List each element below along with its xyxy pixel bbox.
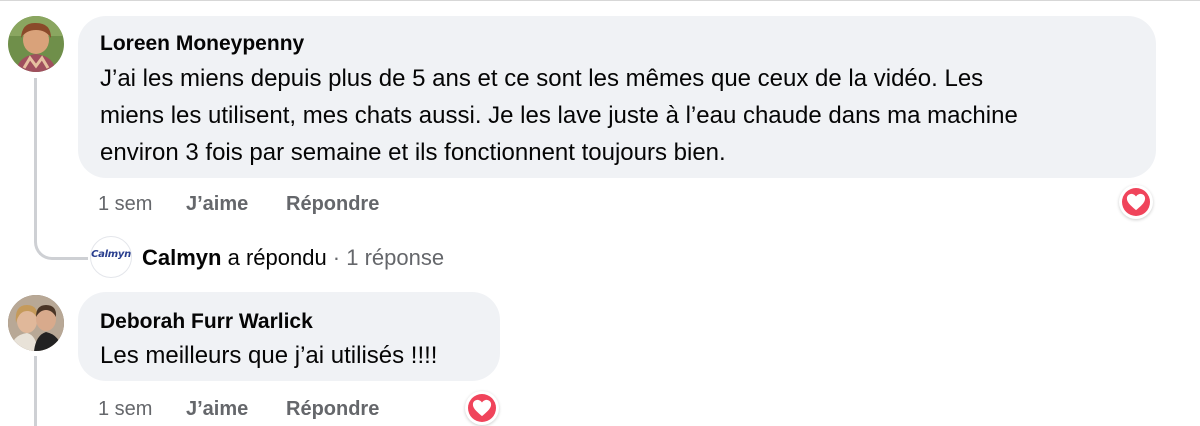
comment-bubble: Deborah Furr Warlick Les meilleurs que j… — [78, 292, 500, 381]
thread-connector — [34, 228, 88, 260]
comment-text-line: Les meilleurs que j’ai utilisés !!!! — [100, 342, 438, 369]
comment-actions: 1 sem J’aime Répondre — [98, 193, 498, 217]
comment-bubble: Loreen Moneypenny J’ai les miens depuis … — [78, 16, 1156, 178]
comment-text-line: environ 3 fois par semaine et ils foncti… — [100, 139, 726, 166]
thread-line — [34, 78, 37, 238]
reply-count: 1 réponse — [346, 245, 445, 270]
comment-author[interactable]: Loreen Moneypenny — [100, 32, 304, 56]
comment-author[interactable]: Deborah Furr Warlick — [100, 310, 313, 334]
user-avatar-icon — [8, 295, 64, 351]
heart-icon — [1126, 193, 1146, 211]
timestamp[interactable]: 1 sem — [98, 398, 152, 421]
like-button[interactable]: J’aime — [186, 193, 248, 216]
comment-text-line: miens les utilisent, mes chats aussi. Je… — [100, 102, 1018, 129]
logo-text: Calmyn — [91, 249, 131, 260]
comment-text-line: J’ai les miens depuis plus de 5 ans et c… — [100, 65, 984, 92]
calmyn-logo[interactable]: Calmyn — [90, 236, 132, 278]
view-replies-link[interactable]: Calmyn a répondu · 1 réponse — [142, 245, 444, 271]
separator: · — [326, 245, 347, 270]
avatar[interactable] — [8, 295, 64, 351]
thread-line — [34, 356, 37, 426]
like-button[interactable]: J’aime — [186, 398, 248, 421]
comments-section: Loreen Moneypenny J’ai les miens depuis … — [0, 0, 1200, 426]
user-avatar-icon — [8, 16, 64, 72]
divider — [0, 0, 1200, 1]
reaction-badge[interactable] — [1119, 185, 1153, 219]
reply-action-text: a répondu — [221, 245, 327, 270]
avatar[interactable] — [8, 16, 64, 72]
heart-icon — [472, 399, 492, 417]
reply-author: Calmyn — [142, 245, 222, 270]
comment-actions: 1 sem J’aime Répondre — [98, 398, 498, 422]
timestamp[interactable]: 1 sem — [98, 193, 152, 216]
reaction-badge[interactable] — [465, 391, 499, 425]
reply-button[interactable]: Répondre — [286, 398, 379, 421]
reply-button[interactable]: Répondre — [286, 193, 379, 216]
